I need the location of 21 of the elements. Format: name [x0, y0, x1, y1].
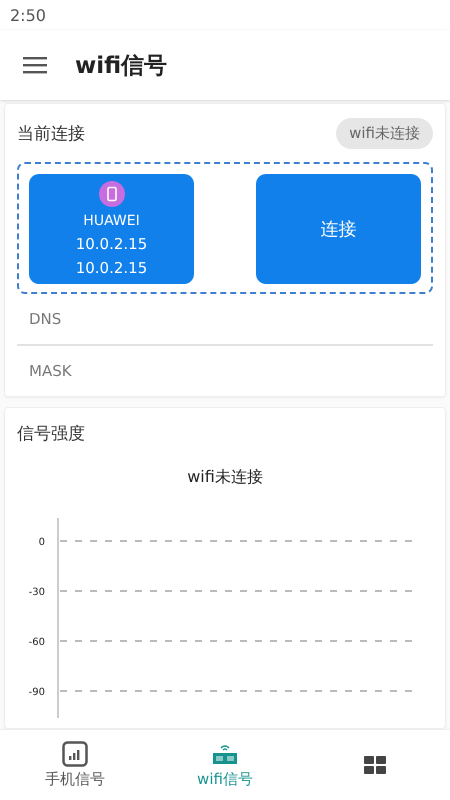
field-label: DNS — [29, 310, 62, 328]
card-title: 当前连接 — [17, 122, 85, 144]
axis-tick-label: -90 — [28, 687, 45, 698]
axis-tick-label: -30 — [28, 587, 45, 598]
menu-icon[interactable] — [23, 56, 47, 74]
status-chip: wifi未连接 — [336, 118, 433, 148]
page-title: wifi信号 — [75, 52, 168, 80]
phone-icon — [98, 181, 124, 207]
device-name: HUAWEI — [83, 213, 140, 229]
field-label: MASK — [29, 362, 72, 380]
card-title: 信号强度 — [17, 424, 85, 444]
nav-tab[interactable]: wifi信号 — [150, 730, 300, 800]
ip-address: 10.0.2.15 — [76, 259, 148, 277]
chart-title: wifi未连接 — [187, 467, 263, 486]
axis-tick-label: -60 — [28, 637, 45, 648]
axis-tick-label: 0 — [38, 537, 45, 548]
status-time: 2:50 — [10, 6, 46, 24]
signal-bars-icon — [62, 741, 88, 767]
connect-button[interactable]: 连接 — [256, 174, 421, 284]
ip-address: 10.0.2.15 — [76, 235, 148, 253]
nav-tab[interactable]: 手机信号 — [0, 730, 150, 800]
